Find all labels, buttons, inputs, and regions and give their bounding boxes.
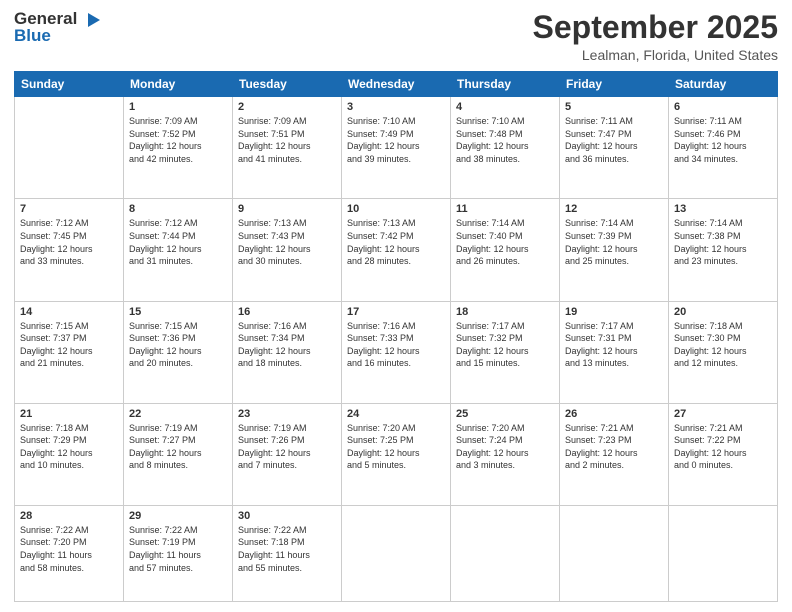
month-title: September 2025 <box>533 10 778 45</box>
table-row: 5Sunrise: 7:11 AMSunset: 7:47 PMDaylight… <box>560 97 669 199</box>
table-row: 27Sunrise: 7:21 AMSunset: 7:22 PMDayligh… <box>669 403 778 505</box>
table-row: 28Sunrise: 7:22 AMSunset: 7:20 PMDayligh… <box>15 505 124 601</box>
table-row <box>560 505 669 601</box>
week-row-2: 7Sunrise: 7:12 AMSunset: 7:45 PMDaylight… <box>15 199 778 301</box>
calendar-table: Sunday Monday Tuesday Wednesday Thursday… <box>14 71 778 602</box>
table-row: 16Sunrise: 7:16 AMSunset: 7:34 PMDayligh… <box>233 301 342 403</box>
table-row <box>342 505 451 601</box>
table-row <box>669 505 778 601</box>
table-row: 6Sunrise: 7:11 AMSunset: 7:46 PMDaylight… <box>669 97 778 199</box>
table-row: 13Sunrise: 7:14 AMSunset: 7:38 PMDayligh… <box>669 199 778 301</box>
table-row: 17Sunrise: 7:16 AMSunset: 7:33 PMDayligh… <box>342 301 451 403</box>
logo: General Blue <box>14 10 102 45</box>
table-row: 8Sunrise: 7:12 AMSunset: 7:44 PMDaylight… <box>124 199 233 301</box>
table-row: 29Sunrise: 7:22 AMSunset: 7:19 PMDayligh… <box>124 505 233 601</box>
location-title: Lealman, Florida, United States <box>533 47 778 63</box>
page: General Blue September 2025 Lealman, Flo… <box>0 0 792 612</box>
table-row: 21Sunrise: 7:18 AMSunset: 7:29 PMDayligh… <box>15 403 124 505</box>
header-saturday: Saturday <box>669 72 778 97</box>
table-row: 18Sunrise: 7:17 AMSunset: 7:32 PMDayligh… <box>451 301 560 403</box>
table-row: 4Sunrise: 7:10 AMSunset: 7:48 PMDaylight… <box>451 97 560 199</box>
table-row: 20Sunrise: 7:18 AMSunset: 7:30 PMDayligh… <box>669 301 778 403</box>
table-row: 1Sunrise: 7:09 AMSunset: 7:52 PMDaylight… <box>124 97 233 199</box>
header: General Blue September 2025 Lealman, Flo… <box>14 10 778 63</box>
table-row: 15Sunrise: 7:15 AMSunset: 7:36 PMDayligh… <box>124 301 233 403</box>
header-friday: Friday <box>560 72 669 97</box>
table-row: 12Sunrise: 7:14 AMSunset: 7:39 PMDayligh… <box>560 199 669 301</box>
table-row: 23Sunrise: 7:19 AMSunset: 7:26 PMDayligh… <box>233 403 342 505</box>
table-row: 9Sunrise: 7:13 AMSunset: 7:43 PMDaylight… <box>233 199 342 301</box>
table-row: 26Sunrise: 7:21 AMSunset: 7:23 PMDayligh… <box>560 403 669 505</box>
table-row: 3Sunrise: 7:10 AMSunset: 7:49 PMDaylight… <box>342 97 451 199</box>
header-wednesday: Wednesday <box>342 72 451 97</box>
week-row-4: 21Sunrise: 7:18 AMSunset: 7:29 PMDayligh… <box>15 403 778 505</box>
table-row: 30Sunrise: 7:22 AMSunset: 7:18 PMDayligh… <box>233 505 342 601</box>
logo-block: General Blue <box>14 10 102 45</box>
header-tuesday: Tuesday <box>233 72 342 97</box>
weekday-header-row: Sunday Monday Tuesday Wednesday Thursday… <box>15 72 778 97</box>
table-row: 11Sunrise: 7:14 AMSunset: 7:40 PMDayligh… <box>451 199 560 301</box>
table-row: 14Sunrise: 7:15 AMSunset: 7:37 PMDayligh… <box>15 301 124 403</box>
table-row <box>15 97 124 199</box>
title-block: September 2025 Lealman, Florida, United … <box>533 10 778 63</box>
table-row: 7Sunrise: 7:12 AMSunset: 7:45 PMDaylight… <box>15 199 124 301</box>
week-row-1: 1Sunrise: 7:09 AMSunset: 7:52 PMDaylight… <box>15 97 778 199</box>
table-row <box>451 505 560 601</box>
table-row: 24Sunrise: 7:20 AMSunset: 7:25 PMDayligh… <box>342 403 451 505</box>
table-row: 10Sunrise: 7:13 AMSunset: 7:42 PMDayligh… <box>342 199 451 301</box>
table-row: 25Sunrise: 7:20 AMSunset: 7:24 PMDayligh… <box>451 403 560 505</box>
week-row-3: 14Sunrise: 7:15 AMSunset: 7:37 PMDayligh… <box>15 301 778 403</box>
week-row-5: 28Sunrise: 7:22 AMSunset: 7:20 PMDayligh… <box>15 505 778 601</box>
header-thursday: Thursday <box>451 72 560 97</box>
header-sunday: Sunday <box>15 72 124 97</box>
table-row: 19Sunrise: 7:17 AMSunset: 7:31 PMDayligh… <box>560 301 669 403</box>
table-row: 2Sunrise: 7:09 AMSunset: 7:51 PMDaylight… <box>233 97 342 199</box>
header-monday: Monday <box>124 72 233 97</box>
table-row: 22Sunrise: 7:19 AMSunset: 7:27 PMDayligh… <box>124 403 233 505</box>
